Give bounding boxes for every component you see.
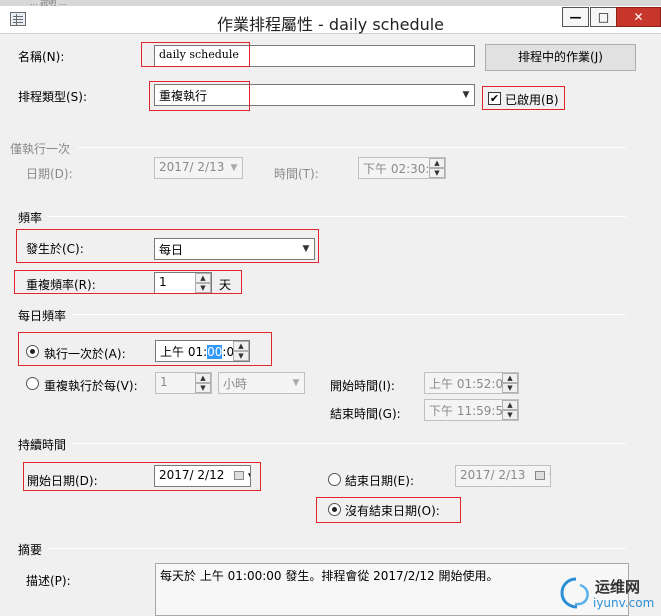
recurs-highlight-box xyxy=(14,270,242,294)
chevron-down-icon: ▼ xyxy=(292,378,300,388)
schedule-type-highlight-box xyxy=(149,81,250,111)
one-time-date-value: 2017/ 2/13 xyxy=(159,160,225,174)
end-date-label: 結束日期(E): xyxy=(345,474,414,488)
end-date-value: 2017/ 2/13 xyxy=(460,468,526,482)
occurs-every-label: 重複執行於每(V): xyxy=(44,379,138,393)
occurs-every-input[interactable]: 1 ▲ ▼ xyxy=(155,372,212,394)
start-time-value: 上午 01:52:00 xyxy=(429,377,511,391)
one-time-date-label: 日期(D): xyxy=(26,167,73,181)
occurs-every-unit-combo[interactable]: 小時 ▼ xyxy=(218,372,305,394)
start-time-input[interactable]: 上午 01:52:00 ▲ ▼ xyxy=(424,372,519,394)
one-time-group-title: 僅執行一次 xyxy=(10,142,71,156)
end-time-input[interactable]: 下午 11:59:59 ▲ ▼ xyxy=(424,399,519,421)
calendar-icon[interactable] xyxy=(535,471,546,480)
start-time-label: 開始時間(I): xyxy=(330,379,395,393)
duration-group-title: 持續時間 xyxy=(18,438,67,452)
description-textbox[interactable]: 每天於 上午 01:00:00 發生。排程會從 2017/2/12 開始使用。 xyxy=(155,563,629,616)
frequency-group-title: 頻率 xyxy=(18,211,43,225)
no-end-date-highlight-box xyxy=(316,497,461,523)
end-date-picker[interactable]: 2017/ 2/13 ▼ xyxy=(455,465,551,487)
daily-frequency-separator xyxy=(72,314,626,315)
description-value: 每天於 上午 01:00:00 發生。排程會從 2017/2/12 開始使用。 xyxy=(160,569,499,583)
duration-separator xyxy=(72,443,626,444)
spin-down-icon[interactable]: ▼ xyxy=(502,383,518,393)
end-date-radio[interactable] xyxy=(328,473,341,486)
jobs-in-schedule-button[interactable]: 排程中的作業(J) xyxy=(485,44,636,71)
watermark-url: iyunv.com xyxy=(593,596,655,610)
chevron-down-icon: ▼ xyxy=(230,163,238,173)
occurs-highlight-box xyxy=(16,229,319,263)
spin-up-icon[interactable]: ▲ xyxy=(429,158,445,168)
occurs-every-value: 1 xyxy=(160,375,168,389)
spin-up-icon[interactable]: ▲ xyxy=(502,400,518,410)
summary-group-title: 摘要 xyxy=(18,543,43,557)
watermark-logo: 运维网 iyunv.com xyxy=(559,572,655,612)
spin-up-icon[interactable]: ▲ xyxy=(195,373,211,383)
maximize-button[interactable]: □ xyxy=(590,7,617,27)
one-time-time-input[interactable]: 下午 02:30:28 ▲ ▼ xyxy=(358,157,446,179)
occurs-every-radio[interactable] xyxy=(26,377,39,390)
spin-up-icon[interactable]: ▲ xyxy=(502,373,518,383)
spin-down-icon[interactable]: ▼ xyxy=(502,410,518,420)
watermark-swirl-icon xyxy=(560,577,589,609)
chevron-down-icon: ▼ xyxy=(462,90,470,100)
end-time-label: 結束時間(G): xyxy=(330,407,401,421)
minimize-button[interactable]: — xyxy=(562,7,589,27)
start-date-highlight-box xyxy=(23,462,261,491)
one-time-separator xyxy=(78,147,626,148)
one-time-date-picker[interactable]: 2017/ 2/13 ▼ xyxy=(154,157,243,179)
description-label: 描述(P): xyxy=(26,574,71,588)
daily-frequency-group-title: 每日頻率 xyxy=(18,309,67,323)
end-time-value: 下午 11:59:59 xyxy=(429,404,511,418)
name-label: 名稱(N): xyxy=(18,50,65,64)
summary-separator xyxy=(48,548,626,549)
spin-down-icon[interactable]: ▼ xyxy=(429,168,445,178)
chevron-down-icon[interactable]: ▼ xyxy=(549,472,550,482)
watermark-title: 运维网 xyxy=(595,578,641,596)
one-time-time-label: 時間(T): xyxy=(274,167,319,181)
close-button[interactable]: ✕ xyxy=(616,7,661,27)
name-highlight-box xyxy=(141,42,250,67)
occurs-every-unit-value: 小時 xyxy=(223,377,248,391)
frequency-separator xyxy=(48,216,626,217)
spin-down-icon[interactable]: ▼ xyxy=(195,383,211,393)
schedule-type-label: 排程類型(S): xyxy=(18,90,88,104)
enabled-highlight-box xyxy=(482,86,565,110)
occurs-once-highlight-box xyxy=(18,332,272,366)
